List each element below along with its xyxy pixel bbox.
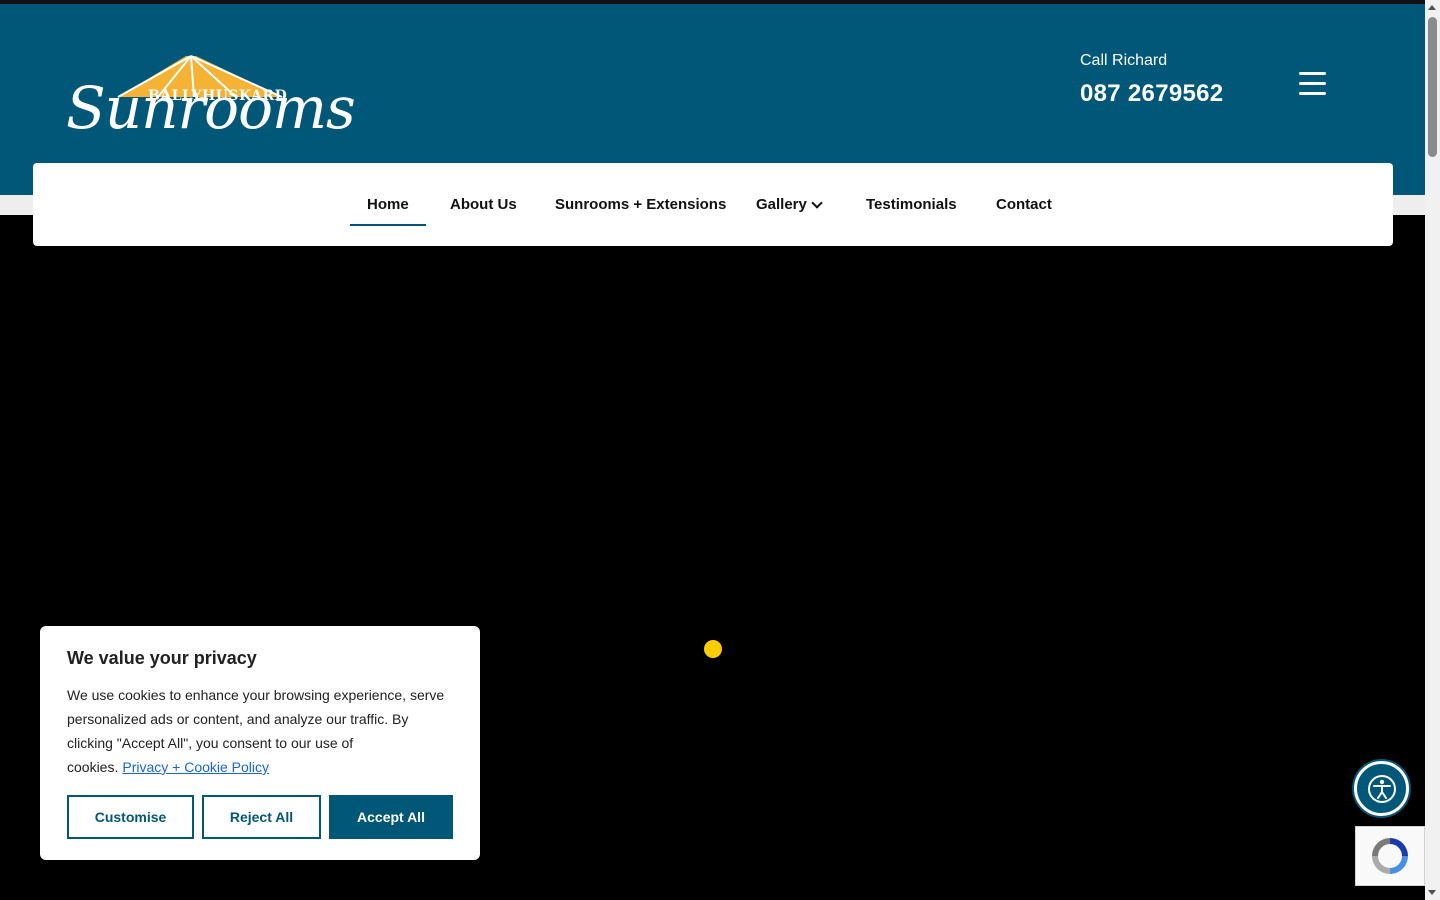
- nav-item-testimonials[interactable]: Testimonials: [866, 163, 957, 246]
- accessibility-button[interactable]: [1354, 761, 1409, 816]
- cookie-consent-banner: We value your privacy We use cookies to …: [40, 626, 480, 860]
- scroll-down-arrow-icon[interactable]: [1428, 890, 1436, 895]
- page-scrollbar[interactable]: [1425, 0, 1440, 900]
- accept-all-button[interactable]: Accept All: [329, 795, 453, 839]
- nav-item-sunrooms-extensions[interactable]: Sunrooms + Extensions: [555, 163, 726, 246]
- nav-item-label: Home: [367, 196, 409, 213]
- recaptcha-badge[interactable]: [1355, 826, 1425, 886]
- cookie-title: We value your privacy: [67, 648, 257, 668]
- nav-item-contact[interactable]: Contact: [996, 163, 1052, 246]
- nav-item-label: About Us: [450, 196, 517, 213]
- loading-dot-icon: [704, 640, 722, 658]
- nav-item-label: Testimonials: [866, 196, 957, 213]
- cookie-policy-link[interactable]: Privacy + Cookie Policy: [122, 759, 269, 775]
- nav-item-label: Gallery: [756, 196, 807, 213]
- nav-item-label: Contact: [996, 196, 1052, 213]
- reject-all-button[interactable]: Reject All: [202, 795, 321, 839]
- scroll-up-arrow-icon[interactable]: [1428, 5, 1436, 10]
- nav-item-home[interactable]: Home: [350, 163, 426, 246]
- logo-brand-main: Sunrooms: [66, 74, 356, 142]
- scroll-thumb[interactable]: [1428, 17, 1437, 157]
- chevron-down-icon: [811, 196, 823, 209]
- hamburger-icon[interactable]: [1299, 72, 1326, 96]
- cookie-description: We use cookies to enhance your browsing …: [67, 683, 453, 779]
- nav-item-gallery[interactable]: Gallery: [756, 163, 823, 246]
- customise-button[interactable]: Customise: [67, 795, 194, 839]
- main-navigation: Home About Us Sunrooms + Extensions Gall…: [33, 163, 1393, 246]
- accessibility-icon: [1367, 774, 1396, 803]
- nav-item-label: Sunrooms + Extensions: [555, 196, 727, 213]
- cookie-buttons: Customise Reject All Accept All: [67, 795, 453, 839]
- call-number-link[interactable]: 087 2679562: [1080, 80, 1223, 108]
- nav-item-about-us[interactable]: About Us: [450, 163, 517, 246]
- recaptcha-icon: [1372, 838, 1408, 874]
- call-label: Call Richard: [1080, 52, 1168, 69]
- site-logo[interactable]: BALLYHUSKARD Sunrooms: [66, 52, 356, 144]
